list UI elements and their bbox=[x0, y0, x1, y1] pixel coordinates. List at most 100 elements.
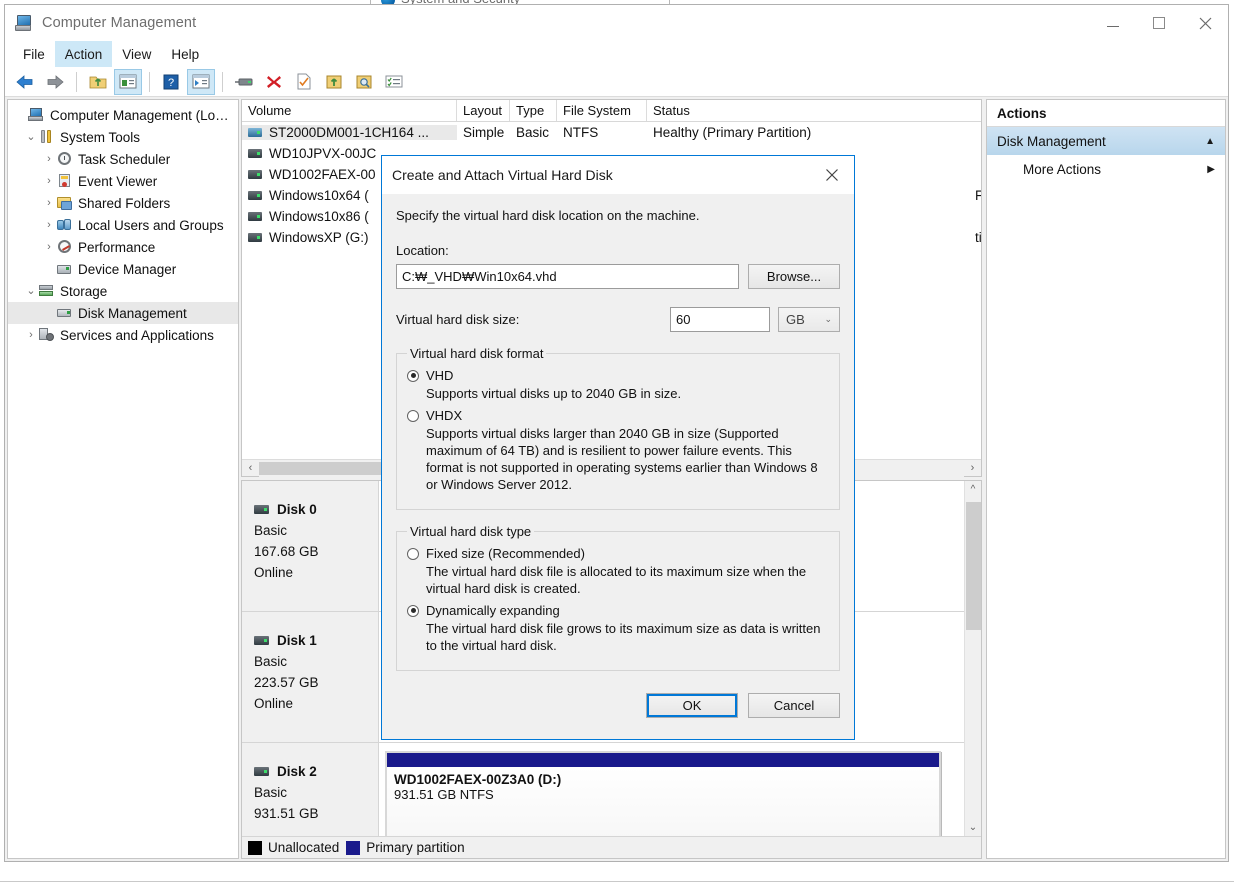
chevron-right-icon[interactable]: › bbox=[42, 192, 56, 214]
tree-item-performance[interactable]: › Performance bbox=[8, 236, 238, 258]
disk-info[interactable]: Disk 0 Basic 167.68 GB Online bbox=[242, 481, 379, 611]
volume-icon bbox=[248, 233, 262, 242]
disk-info[interactable]: Disk 1 Basic 223.57 GB Online bbox=[242, 612, 379, 742]
back-icon[interactable] bbox=[11, 69, 39, 95]
window-controls bbox=[1090, 5, 1228, 41]
disk-type: Basic bbox=[254, 523, 288, 538]
tree-item-storage[interactable]: ⌄ Storage bbox=[8, 280, 238, 302]
chevron-right-icon[interactable]: › bbox=[42, 170, 56, 192]
tree-item-label: Services and Applications bbox=[60, 327, 214, 343]
tree-item-local-users-and-groups[interactable]: › Local Users and Groups bbox=[8, 214, 238, 236]
scroll-right-icon[interactable]: › bbox=[964, 462, 981, 474]
disk-entry[interactable]: Disk 2 Basic 931.51 GB WD1002FAEX-00Z3A0… bbox=[242, 743, 964, 836]
radio-vhd[interactable]: VHD bbox=[407, 368, 829, 383]
legend-label: Primary partition bbox=[366, 840, 465, 855]
tree-item-task-scheduler[interactable]: › Task Scheduler bbox=[8, 148, 238, 170]
radio-vhd-indicator[interactable] bbox=[407, 369, 419, 382]
maximize-button[interactable] bbox=[1136, 5, 1182, 41]
disk-title: Disk 1 bbox=[254, 630, 378, 651]
toolbar: ? bbox=[5, 67, 1228, 97]
tree-item-event-viewer[interactable]: › Event Viewer bbox=[8, 170, 238, 192]
minimize-button[interactable] bbox=[1090, 5, 1136, 41]
show-hide-console-tree-icon[interactable] bbox=[114, 68, 142, 95]
vhd-format-legend: Virtual hard disk format bbox=[410, 346, 544, 361]
search-icon[interactable] bbox=[350, 69, 378, 95]
tree-item-computer-management[interactable]: Computer Management (Local) bbox=[8, 104, 238, 126]
chevron-down-icon[interactable]: ⌄ bbox=[24, 126, 38, 148]
up-folder-icon[interactable] bbox=[84, 69, 112, 95]
export-list-icon[interactable] bbox=[320, 69, 348, 95]
menu-help[interactable]: Help bbox=[161, 41, 209, 67]
tree-item-services-and-applications[interactable]: › Services and Applications bbox=[8, 324, 238, 346]
radio-fixed-size[interactable]: Fixed size (Recommended) bbox=[407, 546, 829, 561]
tree-item-disk-management[interactable]: Disk Management bbox=[8, 302, 238, 324]
disk-icon bbox=[254, 636, 269, 645]
table-row[interactable]: ST2000DM001-1CH164 ... Simple Basic NTFS… bbox=[242, 122, 981, 143]
cell-volume-text: Windows10x64 ( bbox=[269, 188, 369, 203]
show-hide-action-pane-icon[interactable] bbox=[187, 68, 215, 95]
column-header-layout[interactable]: Layout bbox=[457, 100, 510, 121]
location-input[interactable] bbox=[396, 264, 739, 289]
partition-sub: 931.51 GB NTFS bbox=[394, 787, 494, 802]
close-icon bbox=[826, 169, 838, 181]
partition-block[interactable]: WD1002FAEX-00Z3A0 (D:) 931.51 GB NTFS bbox=[385, 751, 941, 836]
chevron-right-icon[interactable]: › bbox=[24, 324, 38, 346]
scroll-down-icon[interactable]: ⌄ bbox=[965, 819, 982, 836]
disk-partitions: WD1002FAEX-00Z3A0 (D:) 931.51 GB NTFS bbox=[379, 743, 964, 836]
legend-item-unallocated: Unallocated bbox=[248, 840, 339, 855]
chevron-down-icon[interactable]: ⌄ bbox=[824, 314, 832, 325]
help-icon[interactable]: ? bbox=[157, 69, 185, 95]
vhd-type-legend: Virtual hard disk type bbox=[410, 524, 532, 539]
chevron-right-icon[interactable]: ▶ bbox=[1207, 164, 1215, 175]
delete-icon[interactable] bbox=[260, 69, 288, 95]
chevron-right-icon[interactable]: › bbox=[42, 148, 56, 170]
chevron-right-icon[interactable]: › bbox=[42, 236, 56, 258]
title-bar: Computer Management bbox=[5, 5, 1228, 41]
ok-button[interactable]: OK bbox=[646, 692, 738, 718]
size-input[interactable] bbox=[670, 307, 770, 332]
column-header-status[interactable]: Status bbox=[647, 100, 981, 121]
menu-file[interactable]: File bbox=[13, 41, 55, 67]
menu-view[interactable]: View bbox=[112, 41, 161, 67]
dialog-close-button[interactable] bbox=[810, 156, 854, 194]
cancel-button[interactable]: Cancel bbox=[748, 692, 840, 718]
radio-vhdx[interactable]: VHDX bbox=[407, 408, 829, 423]
scroll-thumb[interactable] bbox=[965, 502, 981, 630]
detail-view-icon[interactable] bbox=[380, 69, 408, 95]
actions-more-actions[interactable]: More Actions ▶ bbox=[987, 155, 1225, 183]
divider bbox=[0, 881, 1234, 882]
chevron-down-icon[interactable]: ⌄ bbox=[24, 280, 38, 302]
scroll-track[interactable] bbox=[965, 498, 982, 819]
radio-vhdx-indicator[interactable] bbox=[407, 409, 419, 422]
chevron-up-icon[interactable]: ▲ bbox=[1205, 136, 1215, 147]
tree-item-device-manager[interactable]: Device Manager bbox=[8, 258, 238, 280]
size-unit-select[interactable]: GB ⌄ bbox=[778, 307, 840, 332]
tree-item-system-tools[interactable]: ⌄ System Tools bbox=[8, 126, 238, 148]
clock-icon bbox=[56, 151, 74, 167]
cell-layout: Simple bbox=[463, 125, 505, 140]
volume-icon bbox=[248, 128, 262, 137]
actions-disk-management[interactable]: Disk Management ▲ bbox=[987, 127, 1225, 155]
cell-volume: ST2000DM001-1CH164 ... bbox=[242, 125, 457, 140]
console-tree[interactable]: Computer Management (Local) ⌄ System Too… bbox=[7, 99, 239, 859]
tree-item-label: Device Manager bbox=[78, 261, 177, 277]
close-button[interactable] bbox=[1182, 5, 1228, 41]
column-header-volume[interactable]: Volume bbox=[242, 100, 457, 121]
radio-fixed-size-indicator[interactable] bbox=[407, 547, 419, 560]
scroll-up-icon[interactable]: ^ bbox=[965, 481, 982, 498]
menu-action[interactable]: Action bbox=[54, 41, 113, 67]
disk-info[interactable]: Disk 2 Basic 931.51 GB bbox=[242, 743, 379, 836]
radio-dynamically-expanding-indicator[interactable] bbox=[407, 604, 419, 617]
properties-icon[interactable] bbox=[290, 69, 318, 95]
chevron-right-icon[interactable]: › bbox=[42, 214, 56, 236]
scroll-left-icon[interactable]: ‹ bbox=[242, 462, 259, 474]
disk-pane-vertical-scrollbar[interactable]: ^ ⌄ bbox=[964, 481, 981, 836]
column-header-file-system[interactable]: File System bbox=[557, 100, 647, 121]
column-header-type[interactable]: Type bbox=[510, 100, 557, 121]
tree-item-shared-folders[interactable]: › Shared Folders bbox=[8, 192, 238, 214]
forward-icon[interactable] bbox=[41, 69, 69, 95]
device-manager-icon bbox=[56, 261, 74, 277]
rescan-disks-icon[interactable] bbox=[230, 69, 258, 95]
radio-dynamically-expanding[interactable]: Dynamically expanding bbox=[407, 603, 829, 618]
browse-button[interactable]: Browse... bbox=[748, 264, 840, 289]
